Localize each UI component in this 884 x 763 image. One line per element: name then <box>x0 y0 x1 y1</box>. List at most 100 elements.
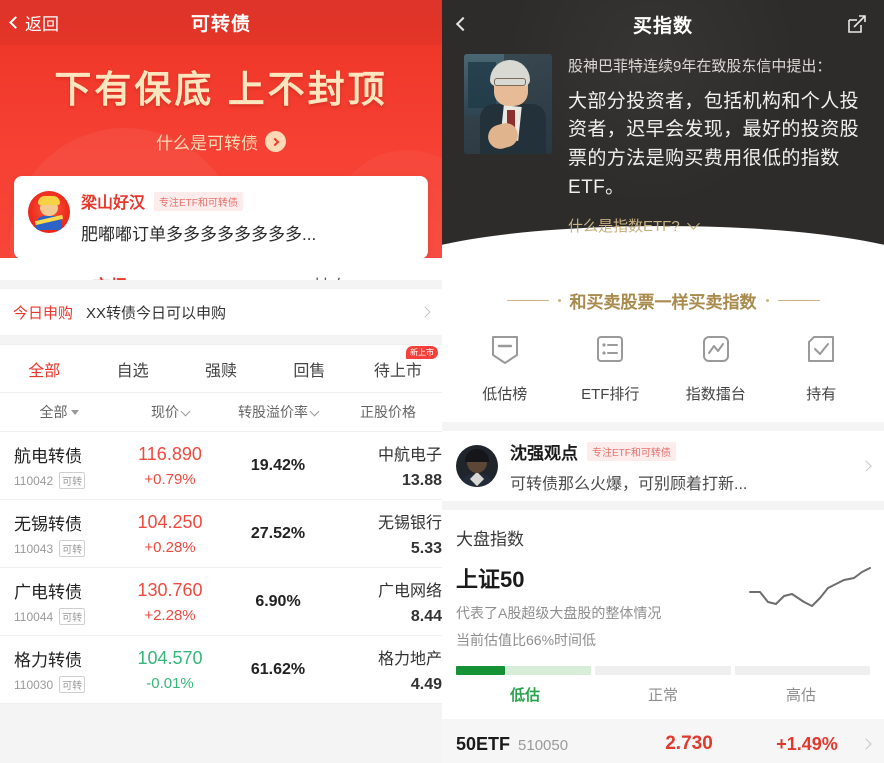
grid-label: ETF排行 <box>581 386 640 403</box>
filter-putback-label: 回售 <box>293 362 326 380</box>
column-premium-sort[interactable]: 转股溢价率 <box>222 402 334 422</box>
grid-item-etf-ranking[interactable]: ETF排行 <box>558 333 664 404</box>
section-divider-2 <box>0 335 442 344</box>
sub-link-label: 什么是可转债 <box>156 134 258 153</box>
author-recommendation-row[interactable]: 沈强观点 专注ETF和可转债 可转债那么火爆，可别顾着打新... <box>442 431 884 501</box>
grid-item-undervalued-list[interactable]: 低估榜 <box>452 333 558 404</box>
valuation-segment-high <box>734 666 870 675</box>
stock-name: 中航电子 <box>377 447 442 464</box>
valuation-label-low: 低估 <box>509 687 540 704</box>
bond-identity: 航电转债 110042 可转 <box>0 442 118 489</box>
bond-name: 无锡转债 <box>14 515 82 534</box>
stock-name: 格力地产 <box>377 651 442 668</box>
back-button[interactable]: 返回 <box>0 10 59 35</box>
avatar <box>28 191 70 233</box>
valuation-label-normal: 正常 <box>647 687 678 704</box>
column-stock-price-label: 正股价格 <box>360 404 416 420</box>
column-premium-label: 转股溢价率 <box>238 404 308 420</box>
index-valuation-text: 当前估值比66%时间低 <box>456 632 597 648</box>
bond-name: 广电转债 <box>14 583 82 602</box>
author-description: 可转债那么火爆，可别顾着打新... <box>510 475 748 493</box>
circle-arrow-right-icon <box>265 131 286 152</box>
divider-line-left <box>506 300 549 301</box>
bond-code: 110042 <box>14 473 54 488</box>
sparkline-chart-icon <box>746 558 874 627</box>
share-external-icon[interactable] <box>846 13 868 35</box>
divider-dot-right <box>765 299 769 302</box>
column-price-sort[interactable]: 现价 <box>118 402 222 422</box>
underlying-stock-cell: 无锡银行 5.33 <box>334 509 442 558</box>
notice-text: XX转债今日可以申购 <box>86 304 227 322</box>
filter-redemption[interactable]: 强赎 <box>177 357 265 381</box>
bond-change: -0.01% <box>146 674 194 692</box>
promo-author-tag: 专注ETF和可转债 <box>154 191 243 211</box>
table-row[interactable]: 广电转债 110044 可转 130.760 +2.28% 6.90% 广电网络… <box>0 568 442 636</box>
stock-price: 4.49 <box>410 676 442 693</box>
valuation-segment-normal <box>595 666 731 675</box>
filter-putback[interactable]: 回售 <box>265 357 353 381</box>
valuation-segment-low <box>456 666 592 675</box>
filter-all[interactable]: 全部 <box>0 357 88 381</box>
tab-market[interactable]: 市场 <box>0 258 221 281</box>
index-info-block: 大盘指数 上证50 代表了A股超级大盘股的整体情况 当前估值比66%时间低 <box>442 510 884 650</box>
today-subscription-banner[interactable]: 今日申购 XX转债今日可以申购 <box>0 289 442 335</box>
bond-type-badge: 可转 <box>59 540 86 557</box>
grid-item-index-arena[interactable]: 指数擂台 <box>663 333 769 404</box>
valuation-label-high: 高估 <box>785 687 816 704</box>
bond-change: +0.79% <box>144 470 196 488</box>
left-tab-bar: 市场 持有 <box>0 258 442 280</box>
stock-name: 无锡银行 <box>377 515 442 532</box>
caret-down-icon <box>70 409 79 415</box>
promo-author-name: 梁山好汉 <box>81 195 146 212</box>
bond-price: 104.250 <box>137 511 203 532</box>
etf-row[interactable]: 50ETF 510050 2.730 +1.49% <box>442 719 884 763</box>
bond-name: 格力转债 <box>14 651 82 670</box>
shield-minus-icon <box>488 333 522 372</box>
stock-name: 广电网络 <box>377 583 442 600</box>
what-is-index-etf-link[interactable]: 什么是指数ETF? <box>568 215 864 236</box>
bond-type-badge: 可转 <box>59 608 86 625</box>
table-row[interactable]: 无锡转债 110043 可转 104.250 +0.28% 27.52% 无锡银… <box>0 500 442 568</box>
back-label: 返回 <box>25 15 59 34</box>
bond-code: 110043 <box>14 541 54 556</box>
bond-premium: 27.52% <box>250 524 306 542</box>
filter-bar: 全部 自选 强赎 回售 待上市 新上市 <box>0 344 442 392</box>
underlying-stock-cell: 中航电子 13.88 <box>334 441 442 490</box>
tab-holdings-label: 持有 <box>314 273 350 281</box>
filter-pending-listing[interactable]: 待上市 新上市 <box>354 345 442 381</box>
hero-slogan: 下有保底 上不封顶 <box>54 69 388 110</box>
tab-holdings[interactable]: 持有 <box>221 258 442 281</box>
notice-label: 今日申购 <box>13 304 74 322</box>
grid-item-holdings[interactable]: 持有 <box>769 333 875 404</box>
section-title-label: 和买卖股票一样买卖指数 <box>569 293 757 312</box>
filter-pending-listing-label: 待上市 <box>373 362 422 380</box>
promo-description: 肥嘟嘟订单多多多多多多多多... <box>81 225 317 244</box>
bond-premium: 61.62% <box>250 660 306 678</box>
column-all-dropdown[interactable]: 全部 <box>0 402 118 422</box>
valuation-bar <box>442 666 884 675</box>
filter-watchlist[interactable]: 自选 <box>88 357 176 381</box>
grid-label: 持有 <box>806 386 837 403</box>
bond-price: 104.570 <box>137 647 203 668</box>
stock-price: 5.33 <box>410 540 442 557</box>
tab-market-label: 市场 <box>93 273 129 281</box>
dark-hero-banner: 买指数 股神巴菲特连续9年在致股东信中提出： 大部分投资者，包括机构和个人投资者… <box>442 0 884 272</box>
promo-card[interactable]: 梁山好汉 专注ETF和可转债 肥嘟嘟订单多多多多多多多多... <box>14 176 428 259</box>
column-stock-price[interactable]: 正股价格 <box>334 402 442 422</box>
quote-body: 大部分投资者，包括机构和个人投资者，迟早会发现，最好的投资股票的方法是购买费用很… <box>568 90 860 199</box>
table-row[interactable]: 航电转债 110042 可转 116.890 +0.79% 19.42% 中航电… <box>0 432 442 500</box>
what-is-convertible-bond-link[interactable]: 什么是可转债 <box>0 129 442 154</box>
new-listing-badge: 新上市 <box>406 345 439 359</box>
right-panel-buy-index: 买指数 股神巴菲特连续9年在致股东信中提出： 大部分投资者，包括机构和个人投资者… <box>442 0 884 763</box>
chevron-right-icon <box>860 738 872 750</box>
chevron-left-icon[interactable] <box>455 16 471 32</box>
table-column-header: 全部 现价 转股溢价率 正股价格 <box>0 392 442 432</box>
bond-code: 110044 <box>14 609 54 624</box>
bond-premium: 19.42% <box>250 456 306 474</box>
stock-price: 13.88 <box>401 472 442 489</box>
table-row[interactable]: 格力转债 110030 可转 104.570 -0.01% 61.62% 格力地… <box>0 636 442 704</box>
filter-all-label: 全部 <box>28 362 61 380</box>
page-title: 买指数 <box>632 15 693 37</box>
bond-premium: 6.90% <box>255 592 301 610</box>
bond-type-badge: 可转 <box>59 676 86 693</box>
